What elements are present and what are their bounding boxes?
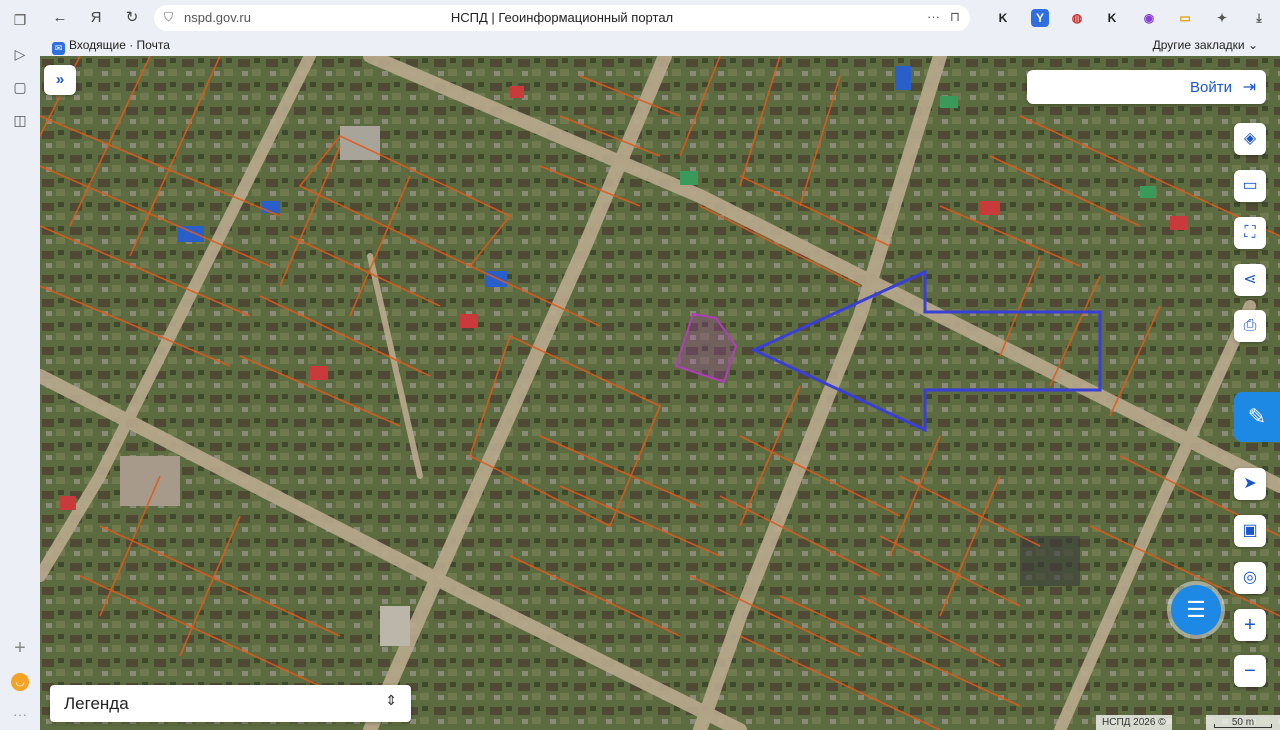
chat-icon: ☰ bbox=[1186, 597, 1206, 622]
feedback-icon[interactable]: ✎ bbox=[1234, 392, 1280, 442]
puzzle-icon[interactable]: ✦ bbox=[1213, 9, 1231, 27]
screenshot-icon[interactable]: ◫ bbox=[10, 110, 30, 130]
kinopoisk-icon[interactable]: K bbox=[994, 9, 1012, 27]
chevron-down-icon: ⌄ bbox=[1247, 38, 1258, 52]
chat-button[interactable]: ☰ bbox=[1171, 585, 1221, 635]
ruler-icon[interactable]: ▭ bbox=[1234, 170, 1266, 202]
yandex-app-icon[interactable]: ◡ bbox=[11, 673, 29, 691]
kinopoisk-icon[interactable]: K bbox=[1103, 9, 1121, 27]
bookmark-label: Входящие · Почта bbox=[69, 38, 170, 52]
minimap-icon[interactable]: ▣ bbox=[1234, 515, 1266, 547]
other-bookmarks[interactable]: Другие закладки ⌄ bbox=[1153, 38, 1258, 52]
bookmark-mail[interactable]: ✉ Входящие · Почта bbox=[52, 38, 170, 55]
battery-icon[interactable]: ▭ bbox=[1176, 9, 1194, 27]
shield-ext-icon[interactable]: ◍ bbox=[1068, 9, 1086, 27]
layers-icon[interactable]: ◈ bbox=[1234, 123, 1266, 155]
add-icon[interactable]: + bbox=[10, 638, 30, 658]
back-icon[interactable]: ← bbox=[50, 8, 70, 28]
bookmarks-bar: ✉ Входящие · Почта Другие закладки ⌄ bbox=[40, 36, 1280, 56]
satellite-map bbox=[40, 56, 1280, 730]
map-view[interactable]: » Войти ⇥ ◈ ▭ ⛶ ⋖ ⎙ ✎ ➤ ▣ ◎ + − ☰ Легенд… bbox=[40, 56, 1280, 730]
scale-bar: 50 m bbox=[1206, 715, 1280, 730]
login-button[interactable]: Войти ⇥ bbox=[1027, 70, 1266, 104]
map-attribution: НСПД 2026 © bbox=[1096, 715, 1172, 730]
legend-dropdown[interactable]: Легенда ⇕ bbox=[50, 685, 411, 722]
scale-line bbox=[1214, 724, 1272, 728]
page-title: НСПД | Геоинформационный портал bbox=[450, 10, 674, 25]
reload-icon[interactable]: ↻ bbox=[122, 8, 142, 28]
calendar-icon[interactable]: ▢ bbox=[10, 77, 30, 97]
browser-toolbar: ← Я ↻ ⛉ nspd.gov.ru НСПД | Геоинформацио… bbox=[40, 0, 1280, 36]
download-icon[interactable]: ⤓ bbox=[1250, 9, 1268, 27]
zoom-in-icon[interactable]: + bbox=[1234, 609, 1266, 641]
print-icon[interactable]: ⎙ bbox=[1234, 310, 1266, 342]
share-icon[interactable]: ⋖ bbox=[1234, 264, 1266, 296]
tabs-icon[interactable]: ❐ bbox=[10, 10, 30, 30]
video-icon[interactable]: ▷ bbox=[10, 44, 30, 64]
login-icon: ⇥ bbox=[1242, 79, 1256, 96]
geolocation-icon[interactable]: ◎ bbox=[1234, 562, 1266, 594]
chevron-updown-icon: ⇕ bbox=[385, 692, 397, 708]
bookmark-icon[interactable]: ⊓ bbox=[950, 9, 960, 25]
address-bar[interactable]: ⛉ nspd.gov.ru НСПД | Геоинформационный п… bbox=[154, 5, 970, 31]
yandex-home-icon[interactable]: Я bbox=[86, 8, 106, 28]
mail-icon: ✉ bbox=[52, 42, 65, 55]
other-bookmarks-label: Другие закладки bbox=[1152, 38, 1245, 52]
more-icon[interactable]: ··· bbox=[10, 704, 30, 724]
login-label: Войти bbox=[1190, 79, 1232, 96]
browser-sidebar: ❐ ▷ ▢ ◫ + ◡ ··· bbox=[0, 0, 40, 730]
more-options-icon[interactable]: ··· bbox=[927, 9, 940, 24]
legend-label: Легенда bbox=[64, 694, 129, 713]
yandex-icon[interactable]: Y bbox=[1031, 9, 1049, 27]
expand-panel-button[interactable]: » bbox=[44, 65, 76, 95]
alice-icon[interactable]: ◉ bbox=[1140, 9, 1158, 27]
locate-icon[interactable]: ➤ bbox=[1234, 468, 1266, 500]
zoom-out-icon[interactable]: − bbox=[1234, 655, 1266, 687]
select-area-icon[interactable]: ⛶ bbox=[1234, 217, 1266, 249]
